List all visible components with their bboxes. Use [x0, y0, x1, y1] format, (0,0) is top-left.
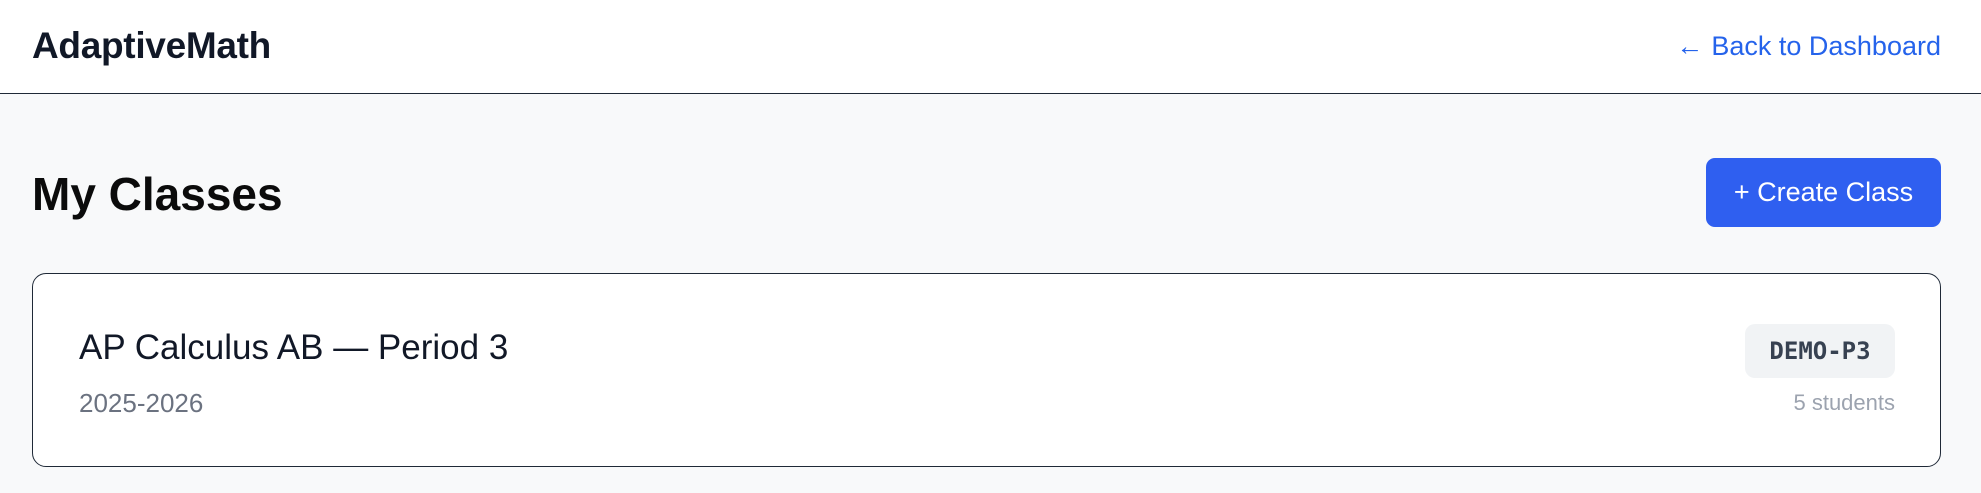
brand-logo-text[interactable]: AdaptiveMath [32, 22, 271, 70]
back-to-dashboard-link[interactable]: ← Back to Dashboard [1676, 24, 1941, 68]
class-card[interactable]: AP Calculus AB — Period 3 2025-2026 DEMO… [32, 273, 1941, 467]
arrow-left-icon: ← [1676, 31, 1704, 61]
student-count: 5 students [1793, 390, 1895, 415]
top-navbar: AdaptiveMath ← Back to Dashboard [0, 0, 1981, 94]
class-school-year: 2025-2026 [79, 388, 204, 418]
class-name: AP Calculus AB — Period 3 [79, 328, 509, 367]
create-class-button[interactable]: + Create Class [1706, 158, 1941, 227]
page-title: My Classes [32, 168, 283, 220]
back-link-label: Back to Dashboard [1711, 31, 1941, 61]
class-code-badge: DEMO-P3 [1745, 324, 1895, 378]
